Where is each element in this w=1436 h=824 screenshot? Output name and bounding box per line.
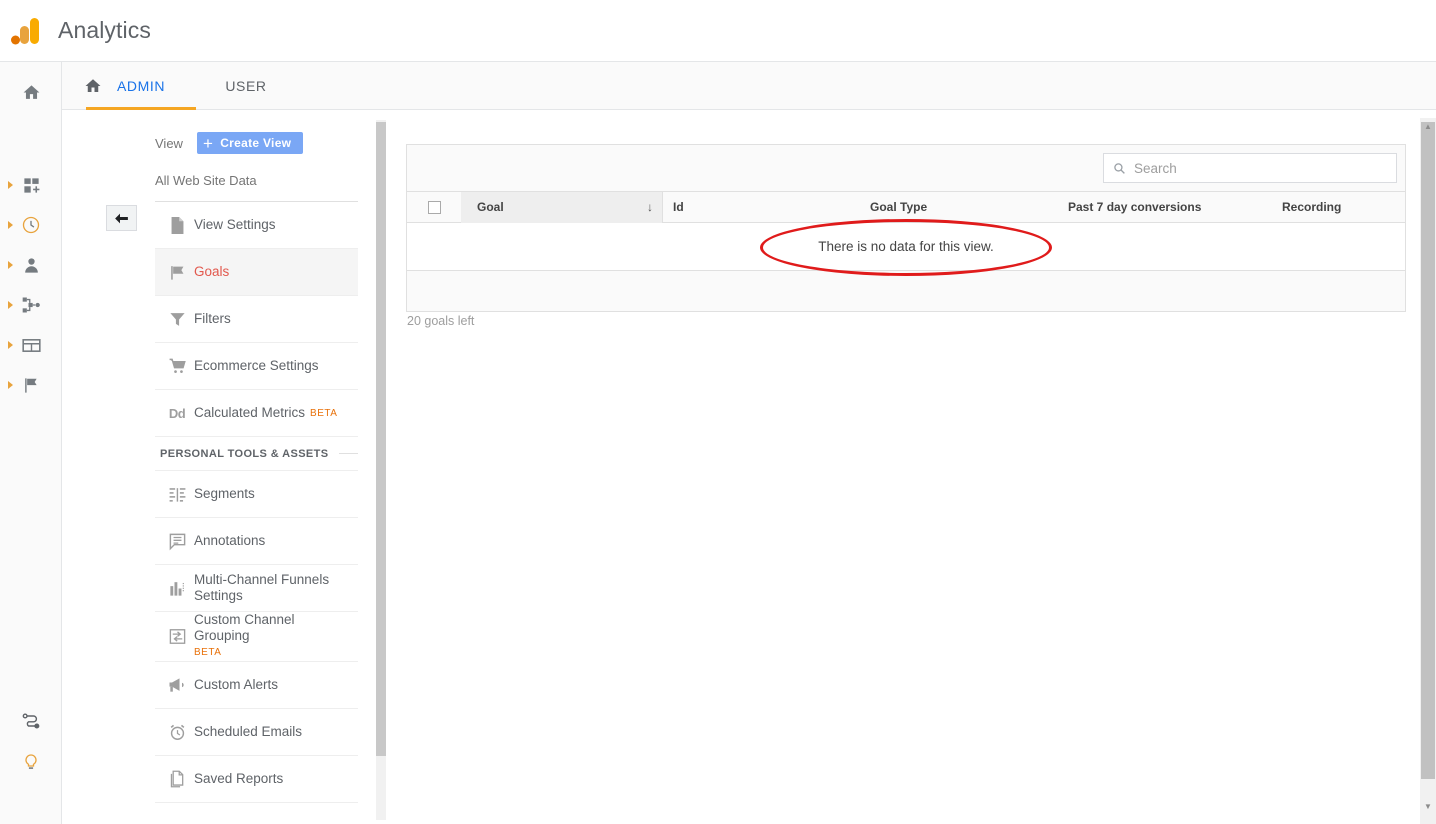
rail-item-behavior[interactable] [0,325,62,365]
column-header-goal-type[interactable]: Goal Type [870,192,927,223]
menu-item-ecommerce-settings[interactable]: Ecommerce Settings [155,343,358,390]
rail-item-home[interactable] [0,72,62,112]
search-icon [1113,162,1126,175]
menu-item-label: Goals [194,264,235,280]
menu-item-segments[interactable]: Segments [155,471,358,518]
goals-table-card: Goal ↓ Id Goal Type Past 7 day conversio… [406,144,1406,312]
panel-column-label: View [155,136,183,151]
section-rule [339,453,358,454]
menu-item-label: Custom Channel Grouping BETA [194,612,358,661]
left-rail [0,62,62,824]
tab-user-label: USER [225,78,266,94]
beta-badge: BETA [310,408,337,419]
flag-icon [160,263,194,282]
menu-item-goals[interactable]: Goals [155,249,358,296]
table-empty-row: There is no data for this view. [407,223,1405,271]
panel-scrollbar-thumb[interactable] [376,122,386,756]
search-input[interactable] [1132,160,1396,177]
create-view-button[interactable]: + Create View [197,132,303,154]
column-header-goal[interactable]: Goal ↓ [477,192,663,223]
menu-item-multi-channel-funnels-settings[interactable]: Multi-Channel Funnels Settings [155,565,358,612]
rail-item-audience[interactable] [0,245,62,285]
rail-item-acquisition[interactable] [0,285,62,325]
brand-bar: Analytics [0,0,1436,62]
alarm-clock-icon [160,723,194,742]
rail-item-realtime[interactable] [0,205,62,245]
scroll-up-arrow-icon[interactable]: ▲ [1420,120,1436,132]
menu-item-scheduled-emails[interactable]: Scheduled Emails [155,709,358,756]
beta-badge: BETA [194,645,352,661]
menu-item-label: Filters [194,311,237,327]
arrow-down-icon: ↓ [647,192,653,223]
channel-grouping-icon [160,627,194,646]
dd-icon: Dd [160,406,194,421]
menu-item-saved-reports[interactable]: Saved Reports [155,756,358,803]
menu-item-label: Saved Reports [194,771,289,787]
menu-item-custom-channel-grouping[interactable]: Custom Channel Grouping BETA [155,612,358,662]
menu-item-label: Calculated Metrics BETA [194,405,343,422]
page-scrollbar-thumb[interactable] [1421,122,1435,779]
analytics-admin-page: Analytics [0,0,1436,824]
plus-icon: + [203,135,213,152]
arrow-left-icon[interactable] [106,205,137,231]
copy-pages-icon [160,769,194,789]
table-header-row: Goal ↓ Id Goal Type Past 7 day conversio… [407,192,1405,223]
menu-item-label: Annotations [194,533,271,549]
chevron-right-icon [8,261,13,269]
annotation-bubble-icon [160,532,194,551]
panel-header: View + Create View [155,132,303,154]
rail-item-customization[interactable] [0,165,62,205]
goals-left-note: 20 goals left [407,314,474,328]
menu-item-text: Calculated Metrics [194,405,305,420]
column-header-id[interactable]: Id [673,192,684,223]
tab-admin[interactable]: ADMIN [86,62,196,110]
menu-item-filters[interactable]: Filters [155,296,358,343]
funnel-icon [160,310,194,329]
search-box[interactable] [1103,153,1397,183]
rail-item-discover[interactable] [0,741,62,781]
menu-item-label: Ecommerce Settings [194,358,325,374]
menu-item-label: Scheduled Emails [194,724,308,740]
chevron-right-icon [8,221,13,229]
tab-admin-label: ADMIN [117,78,165,94]
column-header-label: Goal [477,200,504,214]
tab-user[interactable]: USER [196,62,296,110]
column-header-past-7-day-conversions[interactable]: Past 7 day conversions [1068,192,1201,223]
rail-item-attribution[interactable] [0,701,62,741]
menu-item-label: Segments [194,486,261,502]
menu-item-calculated-metrics[interactable]: Dd Calculated Metrics BETA [155,390,358,437]
chevron-right-icon [8,381,13,389]
menu-item-label: View Settings [194,217,282,233]
bar-chart-icon [160,579,194,598]
settings-menu: View Settings Goals Filters [155,202,358,803]
empty-message: There is no data for this view. [818,239,994,254]
menu-item-custom-alerts[interactable]: Custom Alerts [155,662,358,709]
checkbox[interactable] [428,201,441,214]
select-all-checkbox[interactable] [407,192,461,223]
menu-item-annotations[interactable]: Annotations [155,518,358,565]
create-view-label: Create View [220,136,291,150]
megaphone-icon [160,675,194,695]
chevron-right-icon [8,181,13,189]
table-toolbar [407,145,1405,192]
chevron-right-icon [8,301,13,309]
chevron-right-icon [8,341,13,349]
rail-item-conversions[interactable] [0,365,62,405]
menu-item-label: Custom Alerts [194,677,284,693]
column-header-recording[interactable]: Recording [1282,192,1341,223]
document-icon [160,216,194,235]
scroll-down-arrow-icon[interactable]: ▼ [1420,800,1436,812]
analytics-bars-logo-icon [10,14,44,48]
segments-icon [160,485,194,504]
menu-item-text: Custom Channel Grouping [194,612,295,643]
menu-item-view-settings[interactable]: View Settings [155,202,358,249]
app-title: Analytics [58,17,151,44]
menu-section-label: PERSONAL TOOLS & ASSETS [160,448,329,460]
table-footer-row [407,271,1405,311]
menu-item-label: Multi-Channel Funnels Settings [194,572,358,604]
menu-section-personal-tools: PERSONAL TOOLS & ASSETS [155,437,358,471]
shopping-cart-icon [160,357,194,376]
tab-strip: ADMIN USER [62,62,1436,110]
view-name[interactable]: All Web Site Data [155,173,257,188]
